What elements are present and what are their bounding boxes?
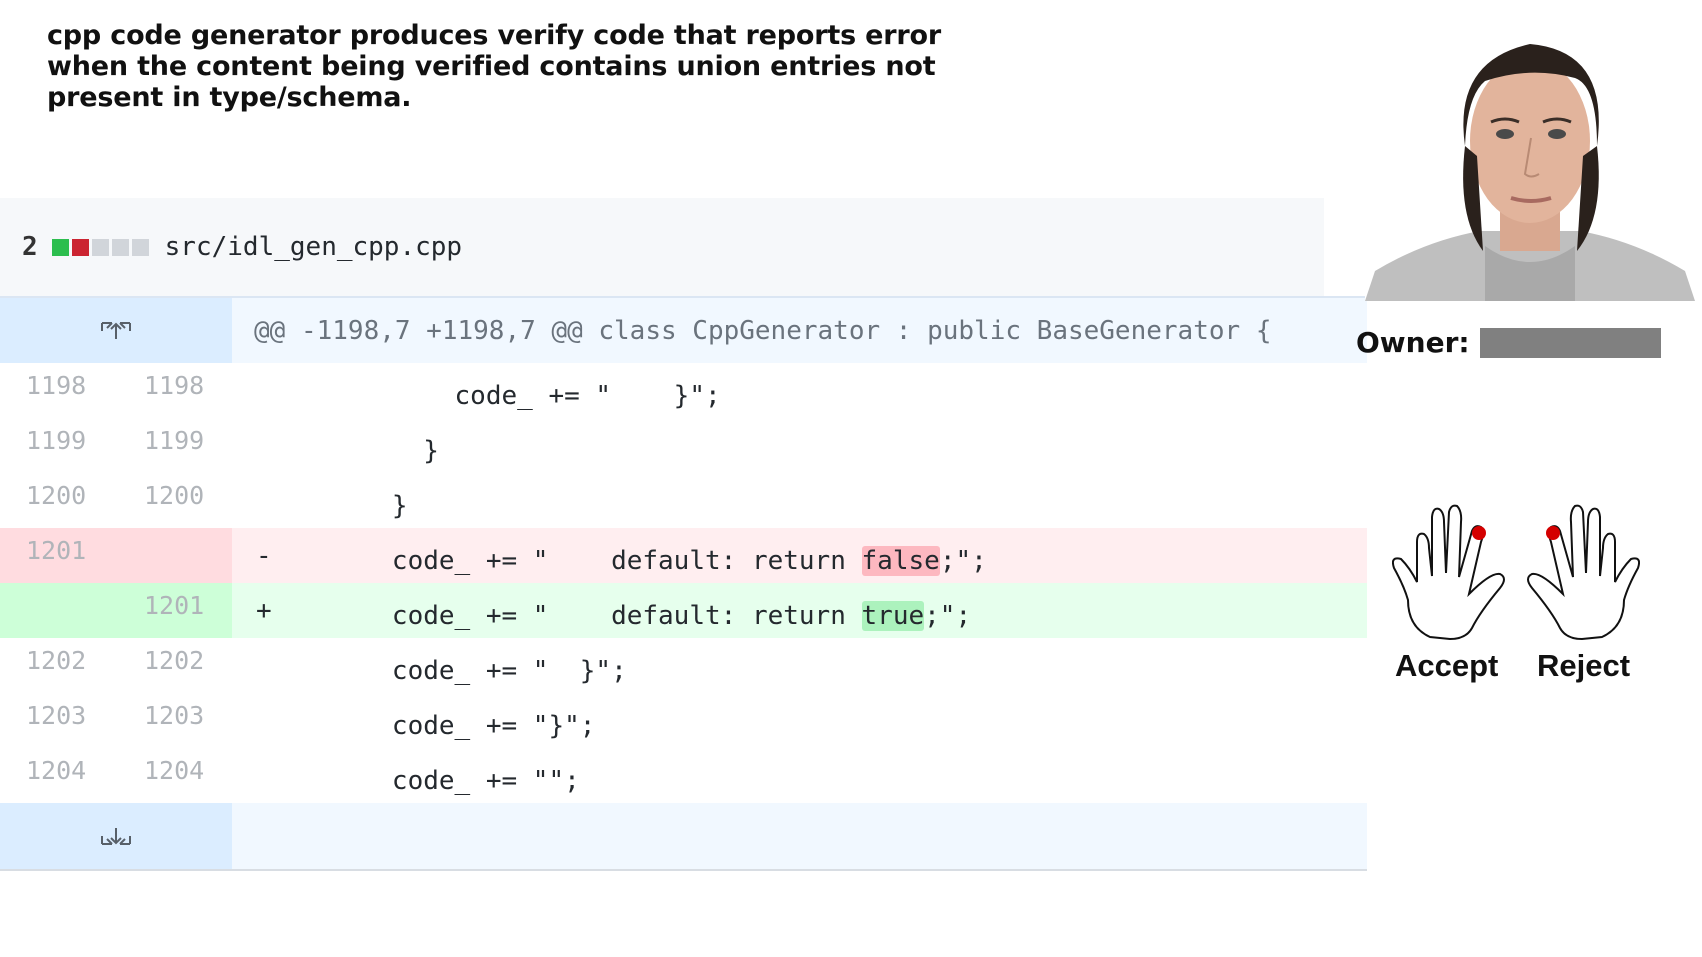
- expand-up-icon: [101, 321, 131, 339]
- new-line-number[interactable]: 1199: [116, 418, 232, 473]
- expand-up-button[interactable]: [0, 298, 232, 363]
- owner-label: Owner:: [1356, 326, 1470, 359]
- added-word-highlight: true: [861, 600, 925, 631]
- diffstat-block: [71, 238, 89, 256]
- code-text: ;";: [924, 600, 972, 631]
- new-line-number[interactable]: [116, 528, 232, 583]
- diff-marker: [232, 638, 298, 693]
- new-line-number[interactable]: 1202: [116, 638, 232, 693]
- diffstat-count: 2: [22, 232, 38, 262]
- left-hand-icon[interactable]: [1392, 502, 1512, 642]
- expand-down-icon: [101, 828, 131, 845]
- owner-field: Owner:: [1356, 326, 1661, 359]
- code-line: code_ += "";: [298, 765, 580, 796]
- diffstat-block: [91, 238, 109, 256]
- diff-marker: [232, 363, 298, 418]
- old-line-number[interactable]: [0, 583, 116, 638]
- right-hand-icon[interactable]: [1520, 502, 1640, 642]
- diff-line-deleted: 1201 - code_ += " default: return false;…: [0, 528, 1367, 583]
- diffstat-block: [131, 238, 149, 256]
- diff-table: @@ -1198,7 +1198,7 @@ class CppGenerator…: [0, 296, 1367, 871]
- diff-marker: +: [256, 595, 272, 626]
- hunk-header-row: @@ -1198,7 +1198,7 @@ class CppGenerator…: [0, 296, 1367, 363]
- old-line-number[interactable]: 1204: [0, 748, 116, 803]
- diff-line-added: 1201 + code_ += " default: return true ;"…: [0, 583, 1367, 638]
- diff-marker: [232, 418, 298, 473]
- new-line-number[interactable]: 1204: [116, 748, 232, 803]
- code-line: code_ += "}";: [298, 710, 596, 741]
- diff-line: 1200 1200 }: [0, 473, 1367, 528]
- diffstat-block: [51, 238, 69, 256]
- diff-marker: [232, 693, 298, 748]
- hunk-footer-row: [0, 803, 1367, 871]
- new-line-number[interactable]: 1203: [116, 693, 232, 748]
- diff-marker: [232, 473, 298, 528]
- code-line: code_ += " }";: [298, 380, 721, 411]
- code-text: code_ += " default: return: [298, 545, 862, 576]
- new-line-number[interactable]: 1198: [116, 363, 232, 418]
- reject-button[interactable]: Reject: [1537, 648, 1630, 684]
- old-line-number[interactable]: 1198: [0, 363, 116, 418]
- code-line: code_ += " }";: [298, 655, 627, 686]
- new-line-number[interactable]: 1200: [116, 473, 232, 528]
- file-header: 2 src/idl_gen_cpp.cpp: [0, 198, 1324, 296]
- owner-portrait: [1365, 16, 1695, 301]
- diff-line: 1204 1204 code_ += "";: [0, 748, 1367, 803]
- diff-line: 1198 1198 code_ += " }";: [0, 363, 1367, 418]
- code-text: code_ += " default: return: [298, 600, 862, 631]
- old-line-number[interactable]: 1203: [0, 693, 116, 748]
- diffstat-block: [111, 238, 129, 256]
- accept-button[interactable]: Accept: [1395, 648, 1498, 684]
- old-line-number[interactable]: 1202: [0, 638, 116, 693]
- code-line: }: [298, 490, 408, 521]
- code-line: code_ += " default: return false ;";: [298, 528, 1367, 583]
- code-line: code_ += " default: return true ;";: [298, 583, 1367, 638]
- headline: cpp code generator produces verify code …: [47, 20, 941, 113]
- new-line-number[interactable]: 1201: [116, 583, 232, 638]
- diff-line: 1202 1202 code_ += " }";: [0, 638, 1367, 693]
- old-line-number[interactable]: 1201: [0, 528, 116, 583]
- diff-marker: [232, 748, 298, 803]
- diff-line: 1203 1203 code_ += "}";: [0, 693, 1367, 748]
- owner-redacted-box: [1479, 327, 1661, 358]
- diff-line: 1199 1199 }: [0, 418, 1367, 473]
- hunk-header-text: @@ -1198,7 +1198,7 @@ class CppGenerator…: [254, 315, 1272, 346]
- expand-down-button[interactable]: [0, 803, 232, 869]
- diff-marker: -: [256, 540, 272, 571]
- removed-word-highlight: false: [861, 545, 940, 576]
- code-text: ;";: [939, 545, 987, 576]
- file-path[interactable]: src/idl_gen_cpp.cpp: [165, 232, 462, 262]
- diffstat-bar: [51, 238, 149, 256]
- code-line: }: [298, 435, 439, 466]
- old-line-number[interactable]: 1199: [0, 418, 116, 473]
- old-line-number[interactable]: 1200: [0, 473, 116, 528]
